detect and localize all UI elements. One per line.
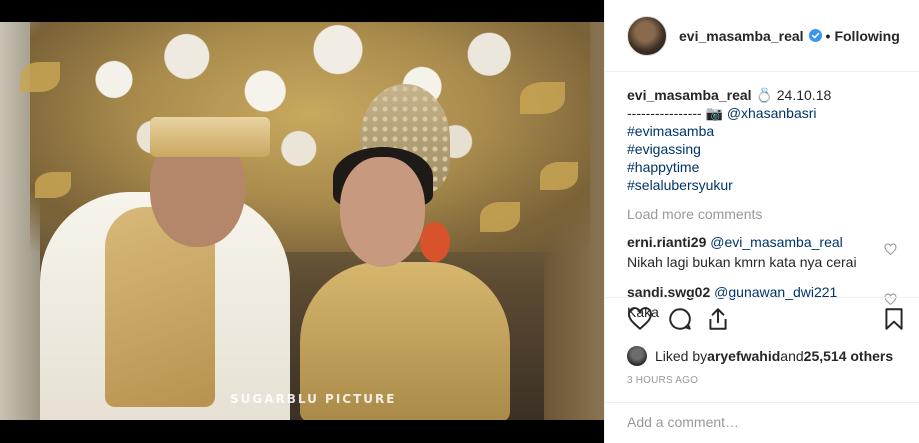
comment-item: erni.rianti29 @evi_masamba_real Nikah la… — [627, 232, 897, 272]
heart-icon[interactable] — [627, 306, 653, 332]
hashtag-link[interactable]: #selalubersyukur — [627, 176, 897, 194]
comment-mention[interactable]: @evi_masamba_real — [710, 234, 843, 250]
comment-username[interactable]: erni.rianti29 — [627, 234, 706, 250]
add-comment-input[interactable] — [627, 403, 887, 441]
comment-icon[interactable] — [667, 306, 693, 332]
camera-emoji: 📷 — [705, 105, 723, 121]
liker-avatar[interactable] — [627, 346, 647, 366]
action-bar — [605, 298, 919, 342]
likes-count-button[interactable]: 25,514 others — [804, 348, 894, 364]
caption-username[interactable]: evi_masamba_real — [627, 87, 752, 103]
comments-section: evi_masamba_real 💍 24.10.18 ------------… — [627, 86, 897, 322]
caption-credit-mention[interactable]: @xhasanbasri — [727, 105, 817, 121]
author-avatar[interactable] — [627, 15, 667, 56]
hashtag-link[interactable]: #happytime — [627, 158, 897, 176]
caption-date: 24.10.18 — [776, 87, 832, 103]
post-side-panel: evi_masamba_real • Following evi_masamba… — [604, 0, 919, 443]
hashtag-link[interactable]: #evigassing — [627, 140, 897, 158]
post-header: evi_masamba_real • Following — [605, 0, 919, 72]
instagram-post: SUGARBLU PICTURE evi_masamba_real • Foll… — [0, 0, 919, 443]
comment-text: Nikah lagi bukan kmrn kata nya cerai — [627, 254, 857, 270]
likes-prefix: Liked by — [655, 348, 708, 364]
post-media[interactable]: SUGARBLU PICTURE — [0, 0, 604, 443]
post-photo: SUGARBLU PICTURE — [0, 22, 604, 420]
photo-watermark: SUGARBLU PICTURE — [230, 392, 397, 406]
ring-emoji: 💍 — [755, 87, 773, 103]
bookmark-icon[interactable] — [881, 306, 907, 332]
author-username[interactable]: evi_masamba_real — [679, 28, 804, 44]
verified-badge-icon — [808, 29, 822, 42]
following-button[interactable]: Following — [834, 28, 899, 44]
add-comment-bar — [605, 402, 919, 443]
load-more-comments-button[interactable]: Load more comments — [627, 206, 897, 222]
caption-credit-line: ---------------- 📷 @xhasanbasri — [627, 104, 897, 122]
liker-username[interactable]: aryefwahid — [707, 348, 780, 364]
post-actions-area: Liked by aryefwahid and 25,514 others 3 … — [605, 297, 919, 386]
header-separator: • — [825, 27, 831, 44]
caption-first-line: evi_masamba_real 💍 24.10.18 — [627, 86, 897, 104]
share-icon[interactable] — [705, 306, 731, 332]
caption-dashes: ---------------- — [627, 105, 702, 121]
hashtag-link[interactable]: #evimasamba — [627, 122, 897, 140]
likes-summary: Liked by aryefwahid and 25,514 others — [627, 346, 893, 366]
comment-like-heart-icon[interactable] — [884, 243, 897, 256]
post-timestamp[interactable]: 3 HOURS AGO — [627, 375, 698, 386]
